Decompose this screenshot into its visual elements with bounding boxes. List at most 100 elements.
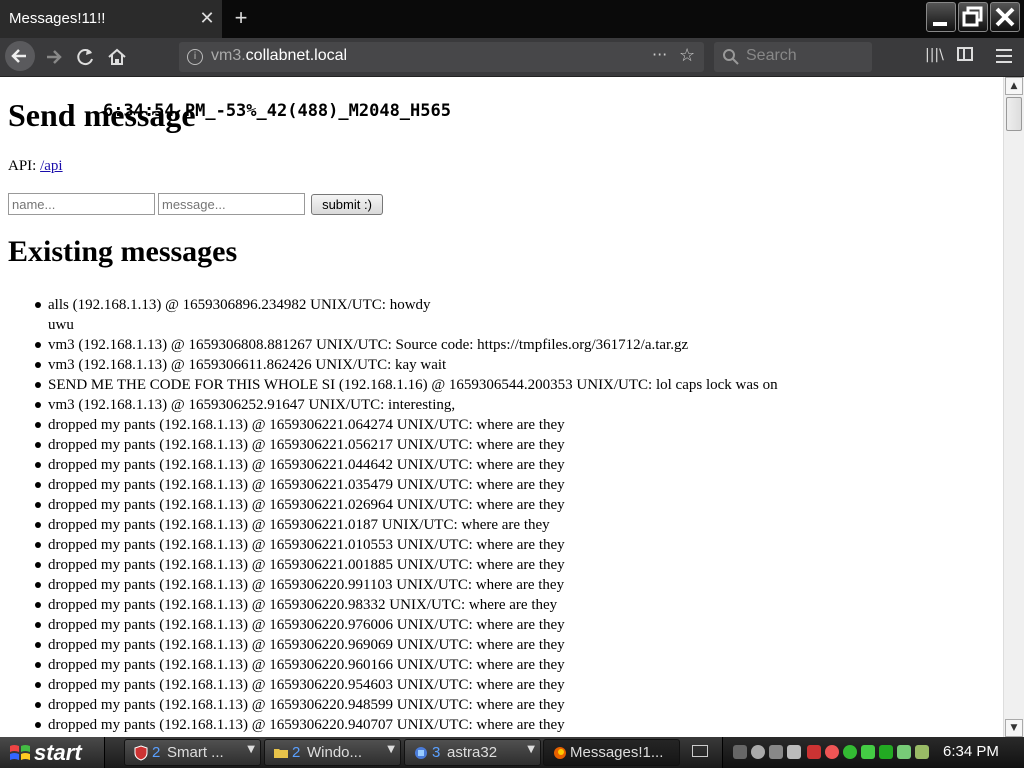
message-input[interactable]: [158, 193, 305, 215]
message-item: dropped my pants (192.168.1.13) @ 165930…: [35, 415, 778, 435]
name-input[interactable]: [8, 193, 155, 215]
tray-status-icon[interactable]: [861, 745, 875, 759]
message-item: dropped my pants (192.168.1.13) @ 165930…: [35, 555, 778, 575]
url-bar[interactable]: i vm3.collabnet.local ··· ☆: [179, 42, 704, 72]
hamburger-menu-icon[interactable]: [996, 49, 1012, 63]
submit-button[interactable]: submit :): [311, 194, 383, 215]
task-count: 2: [152, 744, 161, 761]
folder-icon: [274, 749, 288, 758]
task-count: 3: [432, 744, 441, 761]
tab-title: Messages!11!!: [9, 10, 106, 27]
sidebar-icon[interactable]: [957, 47, 973, 61]
tray-alert-icon[interactable]: [825, 745, 839, 759]
system-tray: 6:34 PM: [722, 737, 1024, 768]
tray-status-icon[interactable]: [879, 745, 893, 759]
chevron-down-icon: ▼: [247, 744, 255, 755]
window-maximize-button[interactable]: [958, 2, 988, 32]
task-count: 2: [292, 744, 301, 761]
tray-volume-icon[interactable]: [787, 745, 801, 759]
search-bar[interactable]: Search: [714, 42, 872, 72]
system-stats-overlay: 6:34:54 PM_-53%_42(488)_M2048_H565: [103, 101, 451, 121]
url-text[interactable]: vm3.collabnet.local: [211, 47, 347, 65]
chip-icon: [415, 747, 427, 759]
chevron-down-icon: ▼: [387, 744, 395, 755]
shield-icon: [134, 745, 148, 761]
start-button[interactable]: start: [0, 737, 105, 768]
task-label: Messages!1...: [570, 744, 664, 761]
message-item: dropped my pants (192.168.1.13) @ 165930…: [35, 495, 778, 515]
scrollbar-thumb[interactable]: [1006, 97, 1022, 131]
forward-arrow-icon: [47, 50, 62, 64]
home-icon: [108, 48, 126, 65]
library-icon[interactable]: |||\: [925, 47, 944, 63]
search-input[interactable]: Search: [746, 47, 797, 65]
message-item: dropped my pants (192.168.1.13) @ 165930…: [35, 635, 778, 655]
scroll-down-arrow-icon[interactable]: ▼: [1005, 719, 1023, 737]
back-arrow-icon: [11, 49, 26, 63]
message-item: vm3 (192.168.1.13) @ 1659306611.862426 U…: [35, 355, 778, 375]
restore-icon: [962, 6, 983, 27]
api-link[interactable]: /api: [40, 158, 63, 174]
message-item: dropped my pants (192.168.1.13) @ 165930…: [35, 435, 778, 455]
taskbar-clock: 6:34 PM: [943, 743, 999, 760]
tray-network-icon[interactable]: [769, 745, 783, 759]
navigation-toolbar: i vm3.collabnet.local ··· ☆ Search |||\: [0, 38, 1024, 77]
tray-battery-icon[interactable]: [915, 745, 929, 759]
bookmark-star-icon[interactable]: ☆: [679, 45, 695, 66]
message-item: dropped my pants (192.168.1.13) @ 165930…: [35, 655, 778, 675]
message-item: dropped my pants (192.168.1.13) @ 165930…: [35, 715, 778, 735]
close-icon: [995, 7, 1015, 27]
reload-button[interactable]: [72, 43, 100, 71]
tab-close-icon[interactable]: ✕: [198, 8, 216, 28]
existing-messages-heading: Existing messages: [8, 235, 238, 268]
back-button[interactable]: [5, 41, 35, 71]
taskbar-item-astra32[interactable]: 3 astra32 ▼: [404, 739, 541, 766]
firefox-icon: [554, 747, 566, 759]
message-item: dropped my pants (192.168.1.13) @ 165930…: [35, 675, 778, 695]
message-item: dropped my pants (192.168.1.13) @ 165930…: [35, 695, 778, 715]
api-label: API:: [8, 158, 41, 174]
forward-button[interactable]: [40, 43, 68, 71]
page-actions-icon[interactable]: ···: [652, 45, 667, 64]
tray-app-icon[interactable]: [733, 745, 747, 759]
start-label: start: [34, 740, 82, 765]
tray-status-icon[interactable]: [897, 745, 911, 759]
tab-strip: Messages!11!! ✕ +: [0, 0, 1024, 38]
message-item: dropped my pants (192.168.1.13) @ 165930…: [35, 595, 778, 615]
message-item: SEND ME THE CODE FOR THIS WHOLE SI (192.…: [35, 377, 778, 393]
taskbar-item-smart[interactable]: 2 Smart ... ▼: [124, 739, 261, 766]
minimize-icon: [933, 22, 947, 26]
home-button[interactable]: [103, 43, 131, 71]
tray-check-icon[interactable]: [843, 745, 857, 759]
task-label: Smart ...: [167, 744, 224, 761]
tray-shield-icon[interactable]: [807, 745, 821, 759]
reload-icon: [77, 49, 93, 66]
taskbar-item-windows[interactable]: 2 Windo... ▼: [264, 739, 401, 766]
page-content: Send message 6:34:54 PM_-53%_42(488)_M20…: [0, 77, 1003, 737]
task-label: Windo...: [307, 744, 363, 761]
message-item: dropped my pants (192.168.1.13) @ 165930…: [35, 615, 778, 635]
message-item: dropped my pants (192.168.1.13) @ 165930…: [35, 575, 778, 595]
taskbar: start 2 Smart ... ▼ 2 Windo... ▼ 3 astra…: [0, 737, 1024, 768]
vertical-scrollbar[interactable]: ▲ ▼: [1003, 77, 1024, 737]
chevron-down-icon: ▼: [527, 744, 535, 755]
task-label: astra32: [447, 744, 498, 761]
new-tab-icon[interactable]: +: [231, 6, 251, 30]
api-line: API: /api: [8, 158, 63, 175]
search-icon: [723, 49, 739, 65]
window-minimize-button[interactable]: [926, 2, 956, 32]
message-item: alls (192.168.1.13) @ 1659306896.234982 …: [35, 295, 778, 335]
browser-tab[interactable]: Messages!11!! ✕: [0, 0, 222, 38]
site-info-icon[interactable]: i: [187, 49, 203, 65]
scroll-up-arrow-icon[interactable]: ▲: [1005, 77, 1023, 95]
taskbar-item-messages[interactable]: Messages!1...: [543, 739, 680, 766]
keyboard-icon[interactable]: [692, 745, 708, 757]
message-item: dropped my pants (192.168.1.13) @ 165930…: [35, 475, 778, 495]
message-item: dropped my pants (192.168.1.13) @ 165930…: [35, 515, 778, 535]
url-domain: collabnet.local: [245, 47, 348, 64]
window-close-button[interactable]: [990, 2, 1020, 32]
url-prefix: vm3.: [211, 47, 246, 64]
tray-clock-icon[interactable]: [751, 745, 765, 759]
message-item: dropped my pants (192.168.1.13) @ 165930…: [35, 535, 778, 555]
message-list: alls (192.168.1.13) @ 1659306896.234982 …: [0, 295, 778, 735]
